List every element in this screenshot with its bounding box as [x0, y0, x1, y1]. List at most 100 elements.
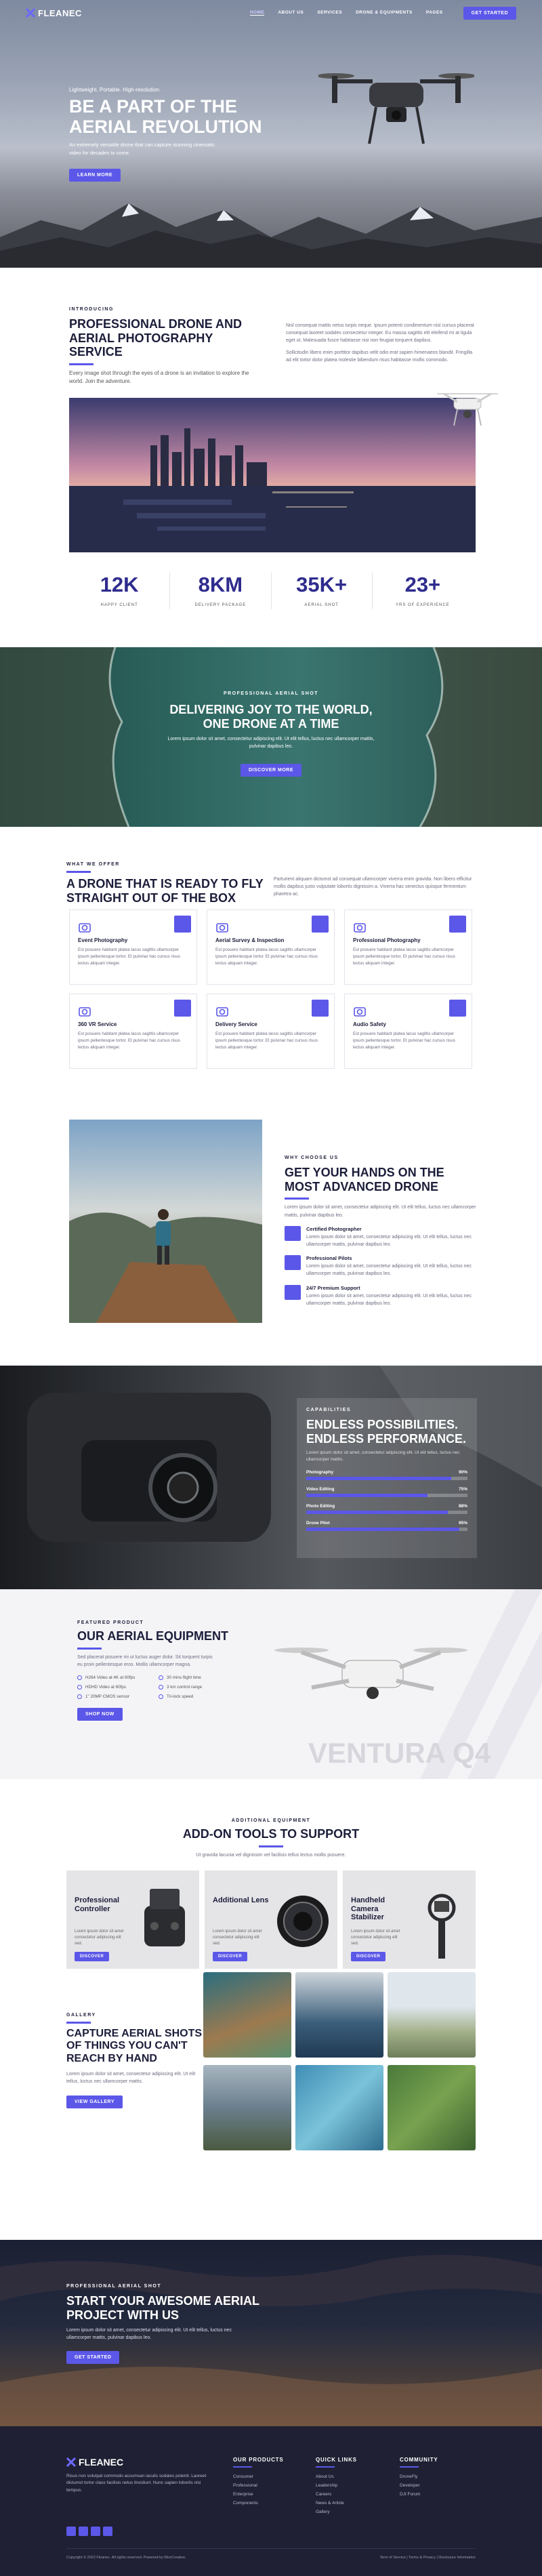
discover-button[interactable]: DISCOVER: [351, 1952, 386, 1961]
footer-column-title: QUICK LINKS: [316, 2457, 357, 2463]
service-card[interactable]: Professional Photography Est posuere habi…: [344, 909, 472, 985]
box-icon: [216, 1007, 228, 1017]
spec-item: 1" 20MP CMOS sensor: [77, 1692, 159, 1701]
feature-item: 24/7 Premium Support Lorem ipsum dolor si…: [285, 1284, 481, 1307]
footer-link[interactable]: News & Article: [316, 2501, 357, 2506]
discover-more-button[interactable]: DISCOVER MORE: [240, 764, 301, 777]
mountain-background: [0, 203, 542, 268]
brand-logo[interactable]: FLEANEC: [26, 8, 82, 18]
service-title: Audio Safety: [353, 1021, 386, 1027]
social-links: [66, 2527, 215, 2539]
view-gallery-button[interactable]: VIEW GALLERY: [66, 2095, 123, 2108]
footer-logo[interactable]: FLEANEC: [66, 2457, 215, 2468]
footer-link[interactable]: DroneFly: [400, 2474, 438, 2479]
skill-percent: 90%: [458, 1469, 467, 1475]
footer-link[interactable]: Consumer: [233, 2474, 284, 2479]
gallery-text: GALLERY CAPTURE AERIAL SHOTS OF THINGS Y…: [66, 2013, 202, 2108]
service-card[interactable]: Aerial Survey & Inspection Est posuere ha…: [207, 909, 335, 985]
footer-link[interactable]: Components: [233, 2501, 284, 2506]
menu-about[interactable]: ABOUT US: [278, 10, 304, 16]
gallery-eyebrow: GALLERY: [66, 2013, 96, 2018]
gallery-image-drone-sea[interactable]: [295, 1972, 383, 2058]
service-title: Professional Photography: [353, 937, 421, 943]
footer-link[interactable]: Careers: [316, 2492, 357, 2497]
service-text: Est posuere habitant platea lacus sagitt…: [215, 947, 318, 966]
intro-paragraph-2: Sollicitudin libero enim porttitor dapib…: [286, 350, 473, 363]
equipment-section: FEATURED PRODUCT OUR AERIAL EQUIPMENT Se…: [0, 1589, 542, 1779]
cta-title: START YOUR AWESOME AERIAL PROJECT WITH U…: [66, 2294, 259, 2322]
stat-label: AERIAL SHOT: [304, 603, 339, 607]
delivering-eyebrow: PROFESSIONAL AERIAL SHOT: [223, 691, 319, 696]
footer-link[interactable]: Developer: [400, 2483, 438, 2488]
tool-card: Handheld Camera Stabilizer Lorem ipsum d…: [343, 1870, 476, 1969]
arrow-link-icon[interactable]: [312, 1000, 329, 1017]
gallery-image-islands[interactable]: [295, 2065, 383, 2150]
stat-item: 35K+ AERIAL SHOT: [272, 573, 373, 609]
youtube-icon[interactable]: [103, 2527, 112, 2537]
gallery-image-field[interactable]: [388, 2065, 476, 2150]
stat-value: 12K: [100, 573, 139, 596]
menu-pages[interactable]: PAGES: [426, 10, 443, 16]
gallery-image-pilot[interactable]: [203, 2065, 291, 2150]
delivering-title: DELIVERING JOY TO THE WORLD, ONE DRONE A…: [169, 703, 373, 731]
footer-community: COMMUNITY DroneFly Developer DJI Forum: [400, 2457, 438, 2501]
tripod-icon: [79, 1007, 91, 1017]
footer-column-title: OUR PRODUCTS: [233, 2457, 284, 2463]
gallery-image-drone-sky[interactable]: [388, 1972, 476, 2058]
instagram-icon[interactable]: [91, 2527, 100, 2537]
gallery-section: GALLERY CAPTURE AERIAL SHOTS OF THINGS Y…: [0, 1972, 542, 2240]
copyright-text: Copyright © 2022 Fleanec. All rights res…: [66, 2556, 186, 2560]
get-started-button[interactable]: GET STARTED: [463, 6, 516, 20]
skill-fill: [306, 1476, 452, 1480]
service-card[interactable]: Audio Safety Est posuere habitant platea …: [344, 994, 472, 1069]
check-icon: [159, 1694, 163, 1699]
product-model-watermark: VENTURA Q4: [308, 1737, 491, 1769]
footer-link[interactable]: About Us: [316, 2474, 357, 2479]
stat-item: 8KM DELIVERY PACKAGE: [170, 573, 272, 609]
equipment-text: FEATURED PRODUCT OUR AERIAL EQUIPMENT Se…: [77, 1620, 267, 1721]
arrow-link-icon[interactable]: [312, 916, 329, 933]
arrow-link-icon[interactable]: [174, 1000, 191, 1017]
menu-home[interactable]: HOME: [249, 10, 265, 16]
service-title: 360 VR Service: [78, 1021, 117, 1027]
stat-value: 8KM: [198, 573, 243, 596]
footer-legal-links[interactable]: Term of Service | Terms & Privacy | Disc…: [379, 2556, 476, 2560]
menu-drone-equipments[interactable]: DRONE & EQUIPMENTS: [356, 10, 413, 16]
footer-link[interactable]: Enterprise: [233, 2492, 284, 2497]
service-card[interactable]: Delivery Service Est posuere habitant pla…: [207, 994, 335, 1069]
discover-button[interactable]: DISCOVER: [213, 1952, 248, 1961]
facebook-icon[interactable]: [66, 2527, 76, 2537]
arrow-link-icon[interactable]: [174, 916, 191, 933]
spec-item: H264 Video at 4K at 60fps: [77, 1673, 159, 1682]
service-card[interactable]: 360 VR Service Est posuere habitant plate…: [69, 994, 197, 1069]
tool-text: Lorem ipsum dolor sit amet consectetur a…: [213, 1929, 262, 1946]
cta-get-started-button[interactable]: GET STARTED: [66, 2351, 120, 2365]
shop-now-button[interactable]: SHOP NOW: [77, 1708, 123, 1721]
footer-link[interactable]: Gallery: [316, 2510, 357, 2514]
why-text: WHY CHOOSE US GET YOUR HANDS ON THE MOST…: [285, 1156, 481, 1307]
stat-value: 35K+: [296, 573, 348, 596]
skill-percent: 75%: [458, 1486, 467, 1492]
title-underline: [66, 871, 91, 873]
learn-more-button[interactable]: LEARN MORE: [69, 168, 121, 182]
intro-paragraph-1: Nisl consequat mattis netus turpis neque…: [286, 323, 474, 344]
intro-section: INTRODUCING PROFESSIONAL DRONE AND AERIA…: [0, 268, 542, 647]
twitter-icon[interactable]: [79, 2527, 88, 2537]
video-icon: [354, 1007, 366, 1017]
drone-image: [318, 73, 474, 144]
footer-link[interactable]: Professional: [233, 2483, 284, 2488]
discover-button[interactable]: DISCOVER: [75, 1952, 110, 1961]
arrow-link-icon[interactable]: [449, 1000, 466, 1017]
footer-link[interactable]: DJI Forum: [400, 2492, 438, 2497]
offer-heading: WHAT WE OFFER A DRONE THAT IS READY TO F…: [66, 862, 270, 905]
why-title: GET YOUR HANDS ON THE MOST ADVANCED DRON…: [285, 1166, 444, 1193]
tool-title: Additional Lens: [213, 1896, 269, 1904]
arrow-link-icon[interactable]: [449, 916, 466, 933]
gallery-image-lake[interactable]: [203, 1972, 291, 2058]
service-card[interactable]: Event Photography Est posuere habitant pl…: [69, 909, 197, 985]
menu-services[interactable]: SERVICES: [317, 10, 342, 16]
tools-title: ADD-ON TOOLS TO SUPPORT: [182, 1827, 360, 1841]
check-icon: [159, 1675, 163, 1680]
footer-link[interactable]: Leadership: [316, 2483, 357, 2488]
hero-text: Lightweight. Portable. High-resolution. …: [69, 87, 272, 182]
